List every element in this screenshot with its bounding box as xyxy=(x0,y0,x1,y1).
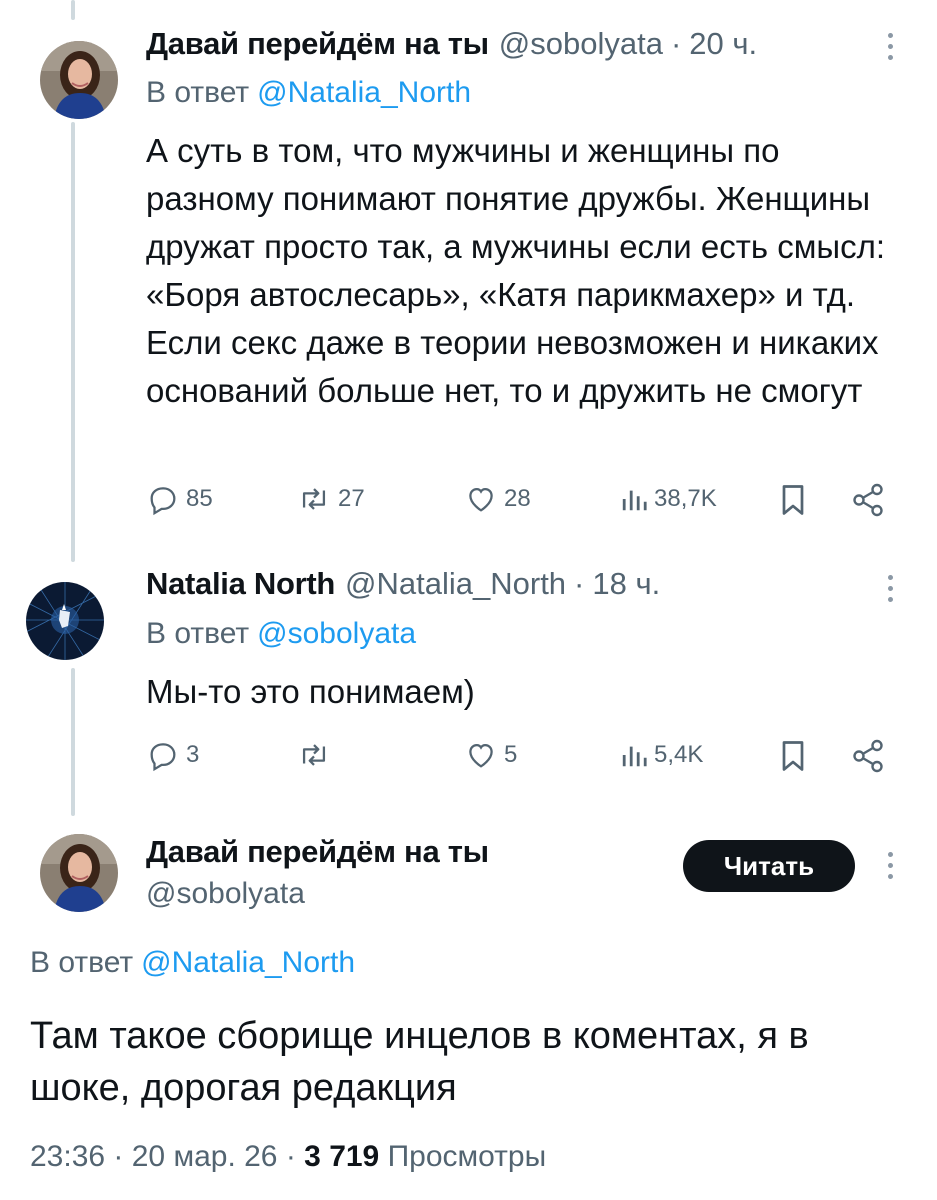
repost-icon xyxy=(302,744,326,766)
author-name[interactable]: Давай перейдём на ты xyxy=(146,834,489,870)
author-handle[interactable]: @sobolyata xyxy=(146,877,305,911)
views-button[interactable]: 38,7K xyxy=(620,482,717,516)
views-icon xyxy=(622,746,647,767)
separator-dot: · xyxy=(574,566,585,601)
reply-prefix: В ответ xyxy=(146,76,250,109)
share-icon xyxy=(853,739,883,773)
more-icon[interactable] xyxy=(882,33,898,60)
author-handle[interactable]: @sobolyata xyxy=(499,26,663,62)
follow-button[interactable]: Читать xyxy=(683,840,855,892)
avatar[interactable] xyxy=(40,41,118,119)
share-button[interactable] xyxy=(850,482,886,518)
reply-prefix: В ответ xyxy=(146,617,250,650)
separator-dot: · xyxy=(113,1140,132,1173)
like-count: 28 xyxy=(504,485,531,512)
tweet-time[interactable]: 23:36 xyxy=(30,1140,105,1173)
views-count: 5,4K xyxy=(654,741,704,768)
views-count: 38,7K xyxy=(654,485,717,512)
tweet-actions: 85 27 28 38,7K xyxy=(146,482,891,522)
bookmark-button[interactable] xyxy=(778,482,808,518)
separator-dot: · xyxy=(670,26,682,61)
author-name[interactable]: Natalia North xyxy=(146,566,335,602)
bookmark-icon xyxy=(782,485,804,515)
tweet-time[interactable]: 18 ч. xyxy=(592,566,660,602)
reply-icon xyxy=(150,743,176,772)
tweet-actions: 3 5 5,4K xyxy=(146,738,891,778)
reply-count: 3 xyxy=(186,741,200,768)
reply-mention-link[interactable]: @Natalia_North xyxy=(257,76,471,109)
tweet-time[interactable]: 20 ч. xyxy=(689,26,757,62)
reply-mention-link[interactable]: @sobolyata xyxy=(257,617,416,650)
tweet-meta: 23:36 · 20 мар. 26 · 3 719 Просмотры xyxy=(30,1140,546,1174)
thread-line-1 xyxy=(71,122,75,562)
bookmark-button[interactable] xyxy=(778,738,808,774)
tweet-header: Natalia North @Natalia_North · 18 ч. xyxy=(146,566,660,602)
author-name[interactable]: Давай перейдём на ты xyxy=(146,26,489,62)
reply-button[interactable]: 3 xyxy=(146,738,199,772)
repost-button[interactable] xyxy=(296,738,338,772)
author-handle[interactable]: @Natalia_North xyxy=(345,566,566,602)
thread-line-2 xyxy=(71,668,75,816)
like-icon xyxy=(469,743,493,768)
views-icon xyxy=(622,490,647,511)
more-icon[interactable] xyxy=(882,575,898,602)
share-button[interactable] xyxy=(850,738,886,774)
avatar[interactable] xyxy=(40,834,118,912)
reply-to-line: В ответ @Natalia_North xyxy=(30,946,355,980)
tweet-header: Давай перейдём на ты @sobolyata · 20 ч. xyxy=(146,26,757,62)
like-button[interactable]: 5 xyxy=(464,738,517,772)
reply-count: 85 xyxy=(186,485,213,512)
like-icon xyxy=(469,487,493,512)
tweet-text: А суть в том, что мужчины и женщины по р… xyxy=(146,132,886,409)
reply-to-line: В ответ @Natalia_North xyxy=(146,76,471,110)
repost-button[interactable]: 27 xyxy=(296,482,365,516)
reply-button[interactable]: 85 xyxy=(146,482,213,516)
like-button[interactable]: 28 xyxy=(464,482,531,516)
repost-icon xyxy=(302,488,326,510)
repost-count: 27 xyxy=(338,485,365,512)
reply-prefix: В ответ xyxy=(30,946,134,979)
views-label: Просмотры xyxy=(387,1140,547,1173)
bookmark-icon xyxy=(782,741,804,771)
tweet-date[interactable]: 20 мар. 26 xyxy=(132,1140,278,1173)
like-count: 5 xyxy=(504,741,518,768)
avatar[interactable] xyxy=(26,582,104,660)
reply-icon xyxy=(150,487,176,516)
reply-to-line: В ответ @sobolyata xyxy=(146,617,416,651)
tweet-text: Мы-то это понимаем) xyxy=(146,673,475,710)
views-button[interactable]: 5,4K xyxy=(620,738,703,772)
share-icon xyxy=(853,483,883,517)
thread-line-top xyxy=(71,0,75,20)
reply-mention-link[interactable]: @Natalia_North xyxy=(141,946,355,979)
separator-dot: · xyxy=(285,1140,305,1173)
more-icon[interactable] xyxy=(882,852,898,879)
views-count: 3 719 xyxy=(304,1140,380,1173)
tweet-text: Там такое сборище инцелов в коментах, я … xyxy=(30,1015,809,1109)
